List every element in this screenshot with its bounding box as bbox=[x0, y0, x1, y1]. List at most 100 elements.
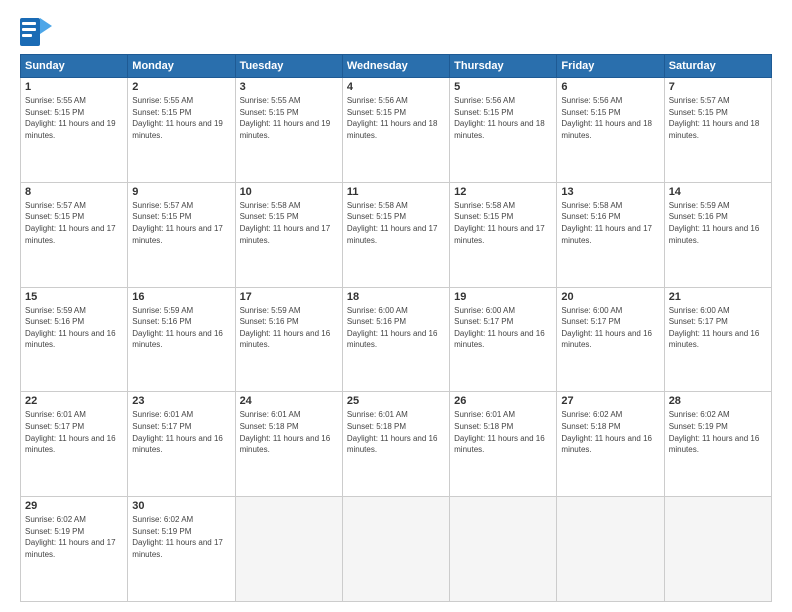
day-info: Sunrise: 5:55 AMSunset: 5:15 PMDaylight:… bbox=[25, 95, 123, 141]
logo-icon bbox=[20, 18, 52, 46]
day-number: 28 bbox=[669, 395, 767, 407]
table-row: 26 Sunrise: 6:01 AMSunset: 5:18 PMDayligh… bbox=[450, 392, 557, 497]
day-info: Sunrise: 6:02 AMSunset: 5:19 PMDaylight:… bbox=[25, 514, 123, 560]
day-number: 20 bbox=[561, 291, 659, 303]
calendar-week-row: 29 Sunrise: 6:02 AMSunset: 5:19 PMDayligh… bbox=[21, 497, 772, 602]
col-wednesday: Wednesday bbox=[342, 55, 449, 78]
day-info: Sunrise: 5:56 AMSunset: 5:15 PMDaylight:… bbox=[561, 95, 659, 141]
table-row: 13 Sunrise: 5:58 AMSunset: 5:16 PMDayligh… bbox=[557, 182, 664, 287]
day-info: Sunrise: 5:59 AMSunset: 5:16 PMDaylight:… bbox=[132, 305, 230, 351]
day-info: Sunrise: 5:55 AMSunset: 5:15 PMDaylight:… bbox=[240, 95, 338, 141]
day-number: 29 bbox=[25, 500, 123, 512]
day-info: Sunrise: 5:57 AMSunset: 5:15 PMDaylight:… bbox=[669, 95, 767, 141]
day-info: Sunrise: 5:59 AMSunset: 5:16 PMDaylight:… bbox=[669, 200, 767, 246]
day-info: Sunrise: 5:59 AMSunset: 5:16 PMDaylight:… bbox=[25, 305, 123, 351]
day-info: Sunrise: 5:56 AMSunset: 5:15 PMDaylight:… bbox=[454, 95, 552, 141]
table-row: 1 Sunrise: 5:55 AMSunset: 5:15 PMDaylight… bbox=[21, 78, 128, 183]
table-row: 16 Sunrise: 5:59 AMSunset: 5:16 PMDayligh… bbox=[128, 287, 235, 392]
day-number: 5 bbox=[454, 81, 552, 93]
table-row: 20 Sunrise: 6:00 AMSunset: 5:17 PMDayligh… bbox=[557, 287, 664, 392]
table-row: 8 Sunrise: 5:57 AMSunset: 5:15 PMDaylight… bbox=[21, 182, 128, 287]
day-info: Sunrise: 6:02 AMSunset: 5:19 PMDaylight:… bbox=[669, 409, 767, 455]
day-number: 21 bbox=[669, 291, 767, 303]
table-row: 4 Sunrise: 5:56 AMSunset: 5:15 PMDaylight… bbox=[342, 78, 449, 183]
day-info: Sunrise: 6:02 AMSunset: 5:19 PMDaylight:… bbox=[132, 514, 230, 560]
day-info: Sunrise: 5:59 AMSunset: 5:16 PMDaylight:… bbox=[240, 305, 338, 351]
table-row: 12 Sunrise: 5:58 AMSunset: 5:15 PMDayligh… bbox=[450, 182, 557, 287]
day-info: Sunrise: 5:58 AMSunset: 5:15 PMDaylight:… bbox=[454, 200, 552, 246]
day-info: Sunrise: 6:00 AMSunset: 5:16 PMDaylight:… bbox=[347, 305, 445, 351]
calendar-week-row: 1 Sunrise: 5:55 AMSunset: 5:15 PMDaylight… bbox=[21, 78, 772, 183]
day-info: Sunrise: 6:02 AMSunset: 5:18 PMDaylight:… bbox=[561, 409, 659, 455]
day-number: 3 bbox=[240, 81, 338, 93]
day-number: 24 bbox=[240, 395, 338, 407]
page: Sunday Monday Tuesday Wednesday Thursday… bbox=[0, 0, 792, 612]
day-number: 2 bbox=[132, 81, 230, 93]
table-row: 28 Sunrise: 6:02 AMSunset: 5:19 PMDayligh… bbox=[664, 392, 771, 497]
day-info: Sunrise: 5:55 AMSunset: 5:15 PMDaylight:… bbox=[132, 95, 230, 141]
day-number: 16 bbox=[132, 291, 230, 303]
table-row: 5 Sunrise: 5:56 AMSunset: 5:15 PMDaylight… bbox=[450, 78, 557, 183]
col-thursday: Thursday bbox=[450, 55, 557, 78]
table-row bbox=[450, 497, 557, 602]
day-number: 23 bbox=[132, 395, 230, 407]
day-info: Sunrise: 5:58 AMSunset: 5:15 PMDaylight:… bbox=[240, 200, 338, 246]
col-friday: Friday bbox=[557, 55, 664, 78]
day-info: Sunrise: 6:00 AMSunset: 5:17 PMDaylight:… bbox=[669, 305, 767, 351]
calendar-header-row: Sunday Monday Tuesday Wednesday Thursday… bbox=[21, 55, 772, 78]
day-number: 1 bbox=[25, 81, 123, 93]
day-number: 4 bbox=[347, 81, 445, 93]
calendar-table: Sunday Monday Tuesday Wednesday Thursday… bbox=[20, 54, 772, 602]
day-number: 15 bbox=[25, 291, 123, 303]
table-row: 11 Sunrise: 5:58 AMSunset: 5:15 PMDayligh… bbox=[342, 182, 449, 287]
table-row: 7Sunrise: 5:57 AMSunset: 5:15 PMDaylight… bbox=[664, 78, 771, 183]
col-saturday: Saturday bbox=[664, 55, 771, 78]
table-row bbox=[664, 497, 771, 602]
table-row: 21 Sunrise: 6:00 AMSunset: 5:17 PMDayligh… bbox=[664, 287, 771, 392]
day-number: 14 bbox=[669, 186, 767, 198]
logo bbox=[20, 18, 56, 46]
col-tuesday: Tuesday bbox=[235, 55, 342, 78]
day-info: Sunrise: 5:58 AMSunset: 5:16 PMDaylight:… bbox=[561, 200, 659, 246]
table-row bbox=[342, 497, 449, 602]
table-row: 27Sunrise: 6:02 AMSunset: 5:18 PMDayligh… bbox=[557, 392, 664, 497]
table-row: 22Sunrise: 6:01 AMSunset: 5:17 PMDayligh… bbox=[21, 392, 128, 497]
day-number: 26 bbox=[454, 395, 552, 407]
table-row: 18 Sunrise: 6:00 AMSunset: 5:16 PMDayligh… bbox=[342, 287, 449, 392]
day-info: Sunrise: 5:56 AMSunset: 5:15 PMDaylight:… bbox=[347, 95, 445, 141]
header bbox=[20, 18, 772, 46]
day-number: 8 bbox=[25, 186, 123, 198]
table-row bbox=[557, 497, 664, 602]
table-row: 9 Sunrise: 5:57 AMSunset: 5:15 PMDaylight… bbox=[128, 182, 235, 287]
table-row bbox=[235, 497, 342, 602]
table-row: 10 Sunrise: 5:58 AMSunset: 5:15 PMDayligh… bbox=[235, 182, 342, 287]
day-info: Sunrise: 5:57 AMSunset: 5:15 PMDaylight:… bbox=[132, 200, 230, 246]
day-number: 22 bbox=[25, 395, 123, 407]
day-number: 12 bbox=[454, 186, 552, 198]
table-row: 25 Sunrise: 6:01 AMSunset: 5:18 PMDayligh… bbox=[342, 392, 449, 497]
day-number: 17 bbox=[240, 291, 338, 303]
col-sunday: Sunday bbox=[21, 55, 128, 78]
day-number: 9 bbox=[132, 186, 230, 198]
calendar-week-row: 8 Sunrise: 5:57 AMSunset: 5:15 PMDaylight… bbox=[21, 182, 772, 287]
calendar-week-row: 22Sunrise: 6:01 AMSunset: 5:17 PMDayligh… bbox=[21, 392, 772, 497]
day-number: 18 bbox=[347, 291, 445, 303]
calendar-week-row: 15 Sunrise: 5:59 AMSunset: 5:16 PMDayligh… bbox=[21, 287, 772, 392]
table-row: 2 Sunrise: 5:55 AMSunset: 5:15 PMDaylight… bbox=[128, 78, 235, 183]
day-info: Sunrise: 6:01 AMSunset: 5:18 PMDaylight:… bbox=[347, 409, 445, 455]
table-row: 6 Sunrise: 5:56 AMSunset: 5:15 PMDaylight… bbox=[557, 78, 664, 183]
day-number: 6 bbox=[561, 81, 659, 93]
day-info: Sunrise: 6:01 AMSunset: 5:18 PMDaylight:… bbox=[454, 409, 552, 455]
table-row: 29 Sunrise: 6:02 AMSunset: 5:19 PMDayligh… bbox=[21, 497, 128, 602]
day-number: 25 bbox=[347, 395, 445, 407]
table-row: 14 Sunrise: 5:59 AMSunset: 5:16 PMDayligh… bbox=[664, 182, 771, 287]
day-number: 11 bbox=[347, 186, 445, 198]
table-row: 19Sunrise: 6:00 AMSunset: 5:17 PMDayligh… bbox=[450, 287, 557, 392]
day-info: Sunrise: 5:58 AMSunset: 5:15 PMDaylight:… bbox=[347, 200, 445, 246]
table-row: 24Sunrise: 6:01 AMSunset: 5:18 PMDayligh… bbox=[235, 392, 342, 497]
table-row: 17 Sunrise: 5:59 AMSunset: 5:16 PMDayligh… bbox=[235, 287, 342, 392]
day-info: Sunrise: 6:00 AMSunset: 5:17 PMDaylight:… bbox=[561, 305, 659, 351]
day-number: 10 bbox=[240, 186, 338, 198]
day-info: Sunrise: 5:57 AMSunset: 5:15 PMDaylight:… bbox=[25, 200, 123, 246]
day-number: 13 bbox=[561, 186, 659, 198]
